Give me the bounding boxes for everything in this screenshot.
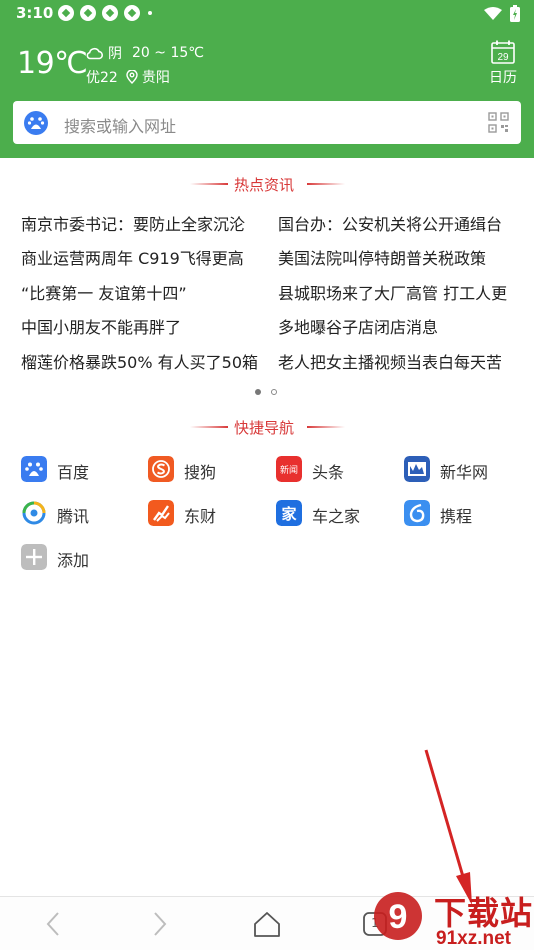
news-item[interactable]: 中国小朋友不能再胖了 — [21, 314, 266, 338]
calendar-button[interactable]: 29 日历 — [484, 40, 522, 88]
news-item[interactable]: 榴莲价格暴跌50% 有人买了50箱 — [21, 349, 266, 373]
forward-icon[interactable] — [145, 909, 175, 939]
weather-condition: 阴 — [108, 46, 122, 62]
battery-icon — [510, 5, 520, 22]
autohome-icon: 家 — [276, 500, 302, 526]
add-icon — [21, 544, 47, 570]
pager-dot-active[interactable] — [255, 389, 261, 395]
back-icon[interactable] — [38, 909, 68, 939]
status-time: 3:10 — [16, 4, 54, 22]
weather-location-row[interactable]: 优22 贵阳 — [86, 67, 170, 87]
weather-temperature[interactable]: 19℃ — [17, 46, 88, 81]
search-input[interactable]: 搜索或输入网址 — [64, 113, 176, 137]
search-bar[interactable]: 搜索或输入网址 — [13, 101, 521, 144]
divider-left — [190, 426, 228, 428]
cloud-icon — [86, 47, 103, 60]
weather-condition-row[interactable]: 阴 20 ~ 15℃ — [86, 43, 204, 63]
dongcai-icon — [148, 500, 174, 526]
shortcut-autohome[interactable]: 家 车之家 — [276, 500, 396, 528]
section-title-text: 快捷导航 — [234, 419, 295, 437]
calendar-day: 29 — [497, 52, 509, 63]
news-item[interactable]: 商业运营两周年 C919飞得更高 — [21, 245, 266, 269]
toutiao-badge: 新闻 — [280, 464, 298, 476]
shortcut-toutiao[interactable]: 新闻 头条 — [276, 456, 396, 484]
weather-temp-range: 20 ~ 15℃ — [132, 45, 204, 61]
tab-count: 1 — [371, 916, 379, 930]
location-pin-icon — [126, 70, 138, 84]
shortcut-label: 百度 — [57, 463, 90, 482]
shortcut-label: 添加 — [57, 551, 90, 570]
news-item[interactable]: “比赛第一 友谊第十四” — [21, 280, 266, 304]
ctrip-icon — [404, 500, 430, 526]
hot-news-title: 热点资讯 — [0, 174, 534, 194]
shortcut-label: 车之家 — [312, 507, 361, 526]
bottom-nav: 1 — [0, 896, 534, 950]
shortcut-label: 东财 — [184, 507, 217, 526]
section-title-text: 热点资讯 — [234, 176, 295, 194]
notification-icon — [102, 5, 118, 21]
wifi-icon — [484, 6, 502, 20]
baidu-icon — [24, 111, 48, 135]
news-item[interactable]: 国台办：公安机关将公开通缉台 — [278, 211, 528, 235]
shortcut-xinhua[interactable]: 新华网 — [404, 456, 524, 484]
sogou-icon — [148, 456, 174, 482]
location-name: 贵阳 — [141, 70, 170, 86]
baidu-icon — [21, 456, 47, 482]
shortcut-tencent[interactable]: 腾讯 — [21, 500, 141, 528]
shortcut-sogou[interactable]: 搜狗 — [148, 456, 268, 484]
header: 3:10 19℃ 阴 20 ~ 15℃ 优22 贵阳 29 日历 搜索或输入网址 — [0, 0, 534, 158]
shortcut-dongcai[interactable]: 东财 — [148, 500, 268, 528]
home-icon[interactable] — [252, 909, 282, 939]
news-item[interactable]: 多地曝谷子店闭店消息 — [278, 314, 528, 338]
tabs-button[interactable]: 1 — [360, 909, 390, 939]
divider-right — [307, 183, 345, 185]
shortcut-add[interactable]: 添加 — [21, 544, 141, 572]
calendar-icon: 29 — [491, 40, 515, 64]
divider-left — [190, 183, 228, 185]
quick-nav-title: 快捷导航 — [0, 417, 534, 437]
shortcut-label: 新华网 — [440, 463, 489, 482]
notification-icon — [124, 5, 140, 21]
toutiao-icon: 新闻 — [276, 456, 302, 482]
news-item[interactable]: 美国法院叫停特朗普关税政策 — [278, 245, 528, 269]
notification-icon — [80, 5, 96, 21]
shortcut-label: 搜狗 — [184, 463, 217, 482]
pager-dot[interactable] — [271, 389, 277, 395]
news-item[interactable]: 老人把女主播视频当表白每天苦 — [278, 349, 528, 373]
air-quality: 优22 — [86, 70, 118, 86]
shortcut-label: 携程 — [440, 507, 473, 526]
system-icons — [484, 5, 520, 22]
notification-icons — [58, 5, 152, 21]
xinhua-icon — [404, 456, 430, 482]
tencent-icon — [21, 500, 47, 526]
news-item[interactable]: 县城职场来了大厂高管 打工人更 — [278, 280, 528, 304]
autohome-badge: 家 — [281, 505, 296, 523]
status-bar: 3:10 — [0, 0, 534, 28]
news-pager[interactable] — [255, 389, 277, 395]
qr-scan-icon[interactable] — [488, 112, 509, 133]
shortcut-baidu[interactable]: 百度 — [21, 456, 141, 484]
news-item[interactable]: 南京市委书记：要防止全家沉沦 — [21, 211, 266, 235]
shortcut-label: 头条 — [312, 463, 345, 482]
notification-icon — [58, 5, 74, 21]
more-notifications-icon — [148, 11, 152, 15]
divider-right — [307, 426, 345, 428]
shortcut-label: 腾讯 — [57, 507, 90, 526]
calendar-label: 日历 — [489, 70, 517, 86]
shortcut-ctrip[interactable]: 携程 — [404, 500, 524, 528]
